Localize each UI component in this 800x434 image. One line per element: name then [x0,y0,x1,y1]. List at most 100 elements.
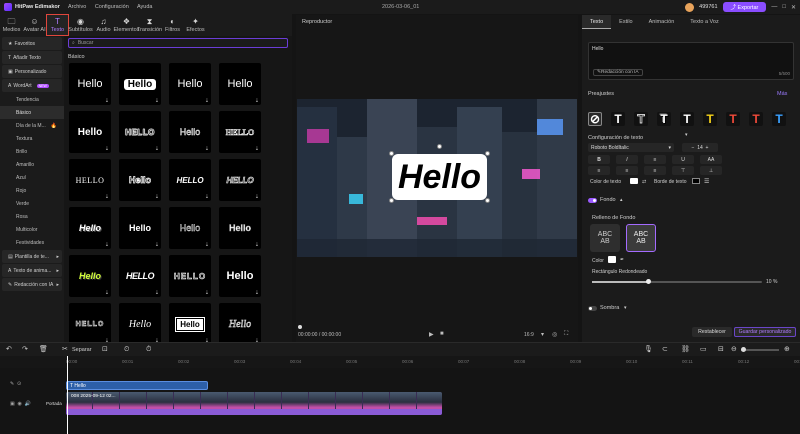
zoom-slider[interactable] [741,347,779,352]
download-icon[interactable]: ⇣ [205,194,209,200]
text-template-tile[interactable]: Hello ⇣ [219,63,261,105]
valign-top-button[interactable]: ⊤ [672,166,694,175]
tab-transici-n[interactable]: ⧗ Transición [137,14,162,36]
italic-button[interactable]: I [616,155,638,164]
sidebar-item-personalizado[interactable]: ▣ Personalizado [2,65,62,78]
eyedropper-icon[interactable]: ✒ [620,257,624,263]
preset-item[interactable]: T [611,112,625,126]
save-custom-button[interactable]: Guardar personalizado [734,327,796,337]
text-template-tile[interactable]: Hello ⇣ [219,255,261,297]
playhead[interactable] [67,356,68,434]
slider-knob[interactable] [646,279,652,284]
undo-icon[interactable]: ↶ [6,346,12,353]
text-template-tile[interactable]: Hello ⇣ [169,207,211,249]
sidebar-item-festividades[interactable]: Festividades [0,236,64,249]
text-template-tile[interactable]: Hello ⇣ [169,63,211,105]
text-template-tile[interactable]: Hello ⇣ [219,303,261,345]
sidebar-item-b-sico[interactable]: Básico [0,106,64,119]
speed-icon[interactable]: ⏲ [124,346,129,353]
preset-item[interactable]: T [726,112,740,126]
download-icon[interactable]: ⇣ [105,194,109,200]
underline-button[interactable]: U [672,155,694,164]
download-icon[interactable]: ⇣ [155,242,159,248]
delete-icon[interactable]: 🗑 [39,346,48,353]
text-template-tile[interactable]: HELLO ⇣ [219,111,261,153]
tab-medios[interactable]: 🗀 Medios [0,14,23,36]
resize-handle[interactable] [389,151,394,156]
text-template-tile[interactable]: Hello ⇣ [69,111,111,153]
text-template-tile[interactable]: Hello ⇣ [169,111,211,153]
valign-bottom-button[interactable]: ⊥ [700,166,722,175]
ai-write-button[interactable]: ✎Redacción con IA [593,69,643,76]
reset-button[interactable]: Restablecer [692,327,732,337]
tab-estilo[interactable]: Estilo [611,15,640,29]
sidebar-item-rosa[interactable]: Rosa [0,210,64,223]
close-button[interactable]: ✕ [791,4,796,11]
fullscreen-icon[interactable]: ⛶ [564,331,568,338]
download-icon[interactable]: ⇣ [155,146,159,152]
magnet-icon[interactable]: ⊂ [662,346,668,353]
download-icon[interactable]: ⇣ [105,146,109,152]
tab-animaci-n[interactable]: Animación [641,15,683,29]
text-template-tile[interactable]: HELLO ⇣ [219,159,261,201]
resize-handle[interactable] [389,198,394,203]
zoom-in-icon[interactable]: ⊕ [784,346,790,353]
split-icon[interactable]: ✂ [62,346,68,353]
progress-knob[interactable] [298,325,302,329]
download-icon[interactable]: ⇣ [105,290,109,296]
stop-icon[interactable]: ■ [440,331,444,337]
tab-texto[interactable]: T Texto [46,14,69,36]
text-template-tile[interactable]: Hello ⇣ [69,207,111,249]
collapse-icon[interactable]: ▾ [685,132,688,138]
download-icon[interactable]: ⇣ [255,98,259,104]
ai-subtitle-icon[interactable]: ▭ [700,346,707,353]
text-template-tile[interactable]: Hello ⇣ [69,63,111,105]
preset-item[interactable]: T [703,112,717,126]
video-clip[interactable]: 008 2025-09-12 02... [66,392,442,415]
preset-item[interactable]: T [634,112,648,126]
search-input[interactable]: Buscar [78,40,94,46]
border-style-icon[interactable]: ☰ [704,178,709,185]
chevron-up-icon[interactable]: ▴ [620,197,623,203]
text-template-tile[interactable]: HELLO ⇣ [69,303,111,345]
text-clip[interactable]: T Hello [66,381,208,390]
search-box[interactable]: ⌕ Buscar [68,38,288,48]
text-template-tile[interactable]: Hello ⇣ [119,303,161,345]
preset-item[interactable]: T [680,112,694,126]
download-icon[interactable]: ⇣ [255,290,259,296]
text-template-tile[interactable]: Hello ⇣ [119,63,161,105]
rounded-slider[interactable] [592,279,762,284]
sidebar-item-tendencia[interactable]: Tendencia [0,93,64,106]
fill-color-swatch[interactable] [608,256,616,263]
preview-canvas[interactable]: Hello [297,99,577,257]
text-template-tile[interactable]: HELLO ⇣ [119,255,161,297]
minimize-button[interactable]: — [771,4,777,10]
sidebar-item-verde[interactable]: Verde [0,197,64,210]
text-template-tile[interactable]: HELLO ⇣ [69,159,111,201]
timeline-ruler[interactable]: 00:00 00:01 00:02 00:03 00:04 00:05 00:06 00:07… [0,356,800,368]
no-preset-icon[interactable]: ⊘ [588,112,602,126]
maximize-button[interactable]: □ [782,4,786,10]
sidebar-item-multicolor[interactable]: Multicolor [0,223,64,236]
text-template-tile[interactable]: Hello ⇣ [119,159,161,201]
align-left-button[interactable]: ≡ [588,166,610,175]
sidebar-item-plantilla-de-te-[interactable]: ▤ Plantilla de te... ▸ [2,250,62,263]
chevron-down-icon[interactable]: ▾ [541,331,544,338]
download-icon[interactable]: ⇣ [105,98,109,104]
rotate-handle[interactable] [437,144,442,149]
plus-icon[interactable]: + [703,145,709,151]
export-button[interactable]: ⤴ Exportar [722,2,767,12]
sidebar-item-textura[interactable]: Textura [0,132,64,145]
sidebar-item-texto-de-anima-[interactable]: A Texto de anima... ▸ [2,264,62,277]
align-center-button[interactable]: ≡ [644,155,666,164]
text-template-tile[interactable]: HELLO ⇣ [169,255,211,297]
fill-option-plain[interactable]: ABC AB [590,224,620,252]
track-edit-icon[interactable]: ✎ ⊙ [0,381,66,387]
tab-subt-tulos[interactable]: ◉ Subtítulos [68,14,92,36]
download-icon[interactable]: ⇣ [155,98,159,104]
bold-button[interactable]: B [588,155,610,164]
sidebar-item-rojo[interactable]: Rojo [0,184,64,197]
canvas-text-box[interactable]: Hello [389,144,490,203]
user-avatar[interactable] [685,2,695,12]
download-icon[interactable]: ⇣ [205,98,209,104]
